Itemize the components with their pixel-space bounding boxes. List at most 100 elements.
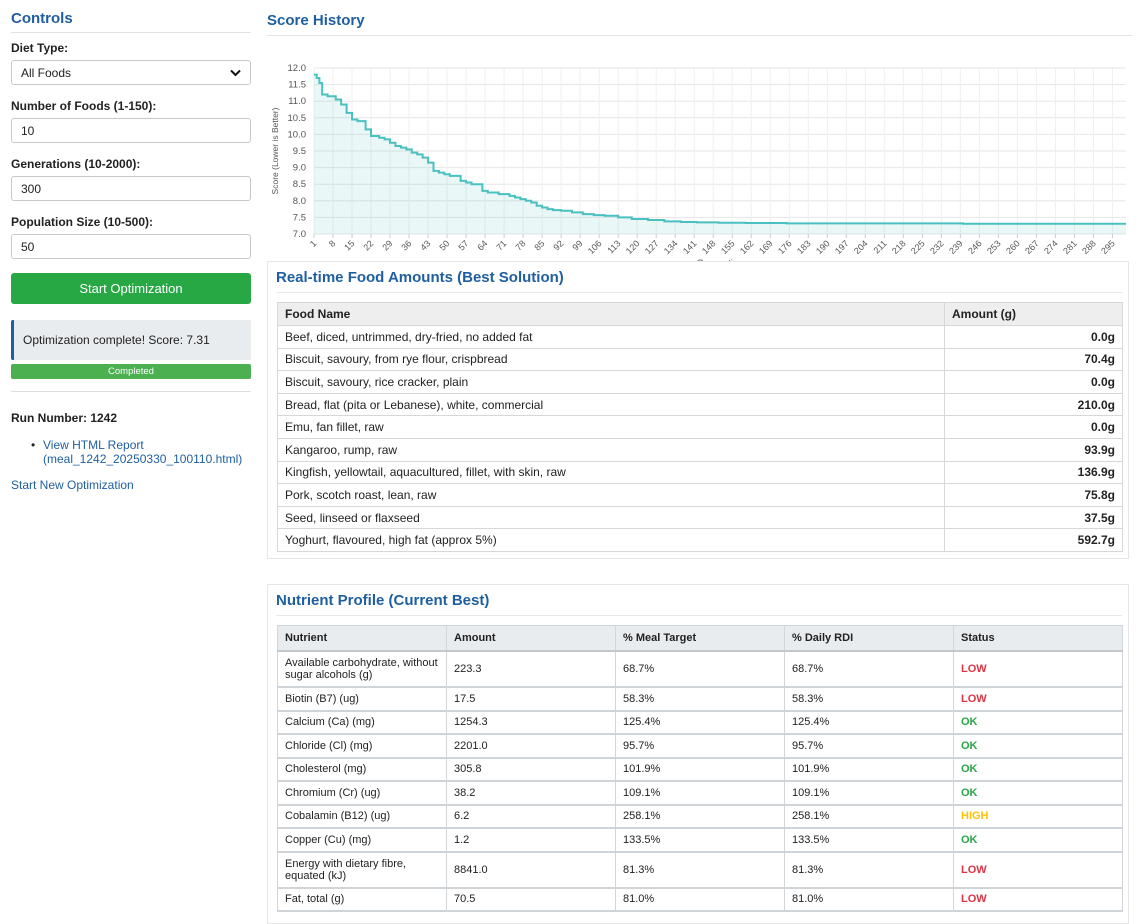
x-tick-label: 85 [532,238,546,252]
table-row: Fat, total (g) 70.5 81.0% 81.0% LOW [277,887,1123,912]
status-header: Status [953,625,1123,652]
nutrient-amount-cell: 1254.3 [446,710,616,735]
report-list-item: • View HTML Report (meal_1242_20250330_1… [31,438,251,466]
food-amounts-table: Food Name Amount (g) Beef, diced, untrim… [277,302,1123,552]
x-tick-label: 267 [1023,238,1041,256]
score-area [314,74,1126,234]
x-tick-label: 155 [719,238,737,256]
x-tick-label: 274 [1042,238,1060,256]
score-history-section: Score History 7.0 7.5 8.0 8.5 9.0 9.5 10.0 10.5… [267,12,1132,270]
y-tick-label: 12.0 [288,63,307,74]
table-header-row: Nutrient Amount % Meal Target % Daily RD… [277,625,1123,652]
x-tick-label: 148 [700,238,718,256]
x-tick-label: 99 [570,238,584,252]
amount-header: Amount [446,625,616,652]
daily-rdi-cell: 133.5% [784,827,954,853]
daily-rdi-header: % Daily RDI [784,625,954,652]
x-tick-label: 78 [513,238,527,252]
meal-target-cell: 109.1% [615,780,785,806]
table-row: Kangaroo, rump, raw 93.9g [277,437,1123,462]
food-amount-cell: 75.8g [944,483,1123,507]
diet-type-select[interactable]: All Foods [11,60,251,85]
x-tick-label: 36 [399,238,413,252]
status-cell: OK [953,733,1123,759]
food-name-cell: Biscuit, savoury, from rye flour, crispb… [277,347,945,372]
start-new-optimization-link[interactable]: Start New Optimization [11,478,134,492]
table-row: Energy with dietary fibre, equated (kJ) 8… [277,851,1123,889]
x-tick-label: 232 [928,238,946,256]
daily-rdi-cell: 125.4% [784,710,954,735]
x-tick-label: 211 [871,238,888,255]
food-amount-cell: 0.0g [944,415,1123,439]
generations-label: Generations (10-2000): [11,157,141,171]
status-cell: LOW [953,686,1123,712]
table-row: Available carbohydrate, without sugar al… [277,650,1123,688]
food-amount-cell: 210.0g [944,392,1123,417]
nutrient-amount-cell: 70.5 [446,887,616,912]
x-tick-label: 50 [437,238,451,252]
y-tick-label: 9.0 [293,163,306,174]
food-amounts-panel: Real-time Food Amounts (Best Solution) F… [267,261,1129,559]
food-amount-cell: 592.7g [944,528,1123,552]
food-amount-cell: 93.9g [944,437,1123,462]
daily-rdi-cell: 101.9% [784,757,954,782]
nutrient-profile-title: Nutrient Profile (Current Best) [276,592,1122,616]
nutrient-table: Nutrient Amount % Meal Target % Daily RD… [277,625,1123,912]
diet-type-value: All Foods [21,65,72,80]
x-tick-label: 162 [738,238,756,256]
table-row: Calcium (Ca) (mg) 1254.3 125.4% 125.4% OK [277,710,1123,735]
x-tick-label: 134 [662,238,680,256]
meal-target-cell: 125.4% [615,710,785,735]
meal-target-cell: 133.5% [615,827,785,853]
meal-target-cell: 95.7% [615,733,785,759]
status-cell: HIGH [953,804,1123,829]
diet-type-label: Diet Type: [11,41,69,55]
x-tick-label: 239 [947,238,965,256]
x-tick-label: 43 [418,238,432,252]
meal-target-cell: 68.7% [615,650,785,688]
controls-title: Controls [11,10,251,33]
nutrient-rows: Available carbohydrate, without sugar al… [277,650,1123,912]
meal-target-cell: 258.1% [615,804,785,829]
table-row: Biotin (B7) (ug) 17.5 58.3% 58.3% LOW [277,686,1123,712]
nutrient-amount-cell: 6.2 [446,804,616,829]
x-tick-label: 127 [643,238,661,256]
x-tick-label: 1 [308,238,319,249]
status-cell: OK [953,710,1123,735]
nutrient-name-cell: Cobalamin (B12) (ug) [277,804,447,829]
nutrient-amount-cell: 38.2 [446,780,616,806]
view-report-link[interactable]: View HTML Report (meal_1242_20250330_100… [43,438,242,466]
food-name-cell: Kangaroo, rump, raw [277,437,945,462]
food-rows: Beef, diced, untrimmed, dry-fried, no ad… [277,325,1123,552]
daily-rdi-cell: 109.1% [784,780,954,806]
y-tick-label: 11.0 [288,96,306,107]
x-tick-label: 92 [551,238,565,252]
food-name-cell: Yoghurt, flavoured, high fat (approx 5%) [277,528,945,552]
population-input[interactable]: 50 [11,234,251,259]
start-optimization-button[interactable]: Start Optimization [11,273,251,304]
y-tick-label: 8.0 [293,196,306,207]
food-name-cell: Pork, scotch roast, lean, raw [277,483,945,507]
nutrient-header: Nutrient [277,625,447,652]
table-row: Yoghurt, flavoured, high fat (approx 5%)… [277,528,1123,552]
status-cell: OK [953,780,1123,806]
num-foods-input[interactable]: 10 [11,118,251,143]
y-tick-label: 11.5 [288,80,306,91]
table-row: Bread, flat (pita or Lebanese), white, c… [277,392,1123,417]
y-tick-label: 7.5 [293,212,306,223]
food-amount-cell: 70.4g [944,347,1123,372]
food-name-cell: Bread, flat (pita or Lebanese), white, c… [277,392,945,417]
status-cell: LOW [953,887,1123,912]
status-text: Optimization complete! Score: 7.31 [23,333,210,347]
nutrient-amount-cell: 305.8 [446,757,616,782]
daily-rdi-cell: 95.7% [784,733,954,759]
nutrient-amount-cell: 1.2 [446,827,616,853]
x-tick-label: 113 [605,238,622,255]
x-tick-label: 295 [1099,238,1117,256]
x-tick-label: 22 [361,238,375,252]
food-name-cell: Biscuit, savoury, rice cracker, plain [277,370,945,394]
meal-target-cell: 101.9% [615,757,785,782]
status-cell: LOW [953,650,1123,688]
generations-input[interactable]: 300 [11,176,251,201]
table-row: Pork, scotch roast, lean, raw 75.8g [277,483,1123,507]
